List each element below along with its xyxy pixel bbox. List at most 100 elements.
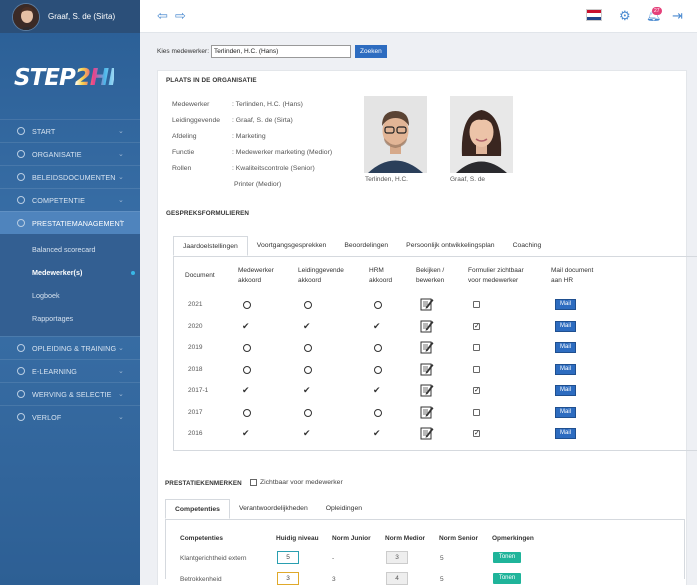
- zichtbaar-checkbox-row[interactable]: Zichtbaar voor medewerker: [250, 479, 343, 486]
- sidebar-item-medewerkers[interactable]: Medewerker(s): [0, 261, 140, 284]
- menu-opleiding[interactable]: OPLEIDING & TRAINING ⌄: [0, 336, 140, 359]
- active-dot: [131, 270, 135, 275]
- employee-photo: [364, 96, 427, 173]
- col-bekijken-bewerken: Bekijken / bewerken: [416, 267, 445, 284]
- tonen-button[interactable]: Tonen: [493, 573, 521, 584]
- zichtbaar-checkbox[interactable]: [473, 408, 480, 416]
- forward-arrow-icon[interactable]: ⇨: [175, 9, 186, 22]
- medewerker-akkoord-check-icon: ✔: [242, 385, 250, 395]
- employee-input[interactable]: Terlinden, H.C. (Hans): [211, 45, 352, 58]
- hrm-akkoord-radio[interactable]: [374, 408, 382, 417]
- leave-icon: [17, 413, 25, 421]
- hrm-akkoord-check-icon: ✔: [373, 385, 381, 395]
- menu-competentie-label: COMPETENTIE: [32, 195, 86, 205]
- mail-button[interactable]: Mail: [555, 428, 576, 439]
- huidig-niveau-input[interactable]: 3: [277, 572, 299, 585]
- sidebar-item-logboek[interactable]: Logboek: [0, 284, 140, 307]
- menu-elearning-label: E-LEARNING: [32, 366, 77, 376]
- menu-start[interactable]: START ⌄: [0, 119, 140, 142]
- tab-coaching[interactable]: Coaching: [504, 236, 551, 256]
- menu-beleidsdocumenten[interactable]: BELEIDSDOCUMENTEN ⌄: [0, 165, 140, 188]
- huidig-niveau-input[interactable]: 5: [277, 551, 299, 564]
- menu-competentie[interactable]: COMPETENTIE ⌄: [0, 188, 140, 211]
- leidinggevende-akkoord-check-icon: ✔: [303, 320, 311, 331]
- tab-beoordelingen[interactable]: Beoordelingen: [335, 236, 397, 256]
- dutch-flag-icon[interactable]: [586, 9, 602, 21]
- mail-button[interactable]: Mail: [555, 299, 576, 310]
- leidinggevende-akkoord-radio[interactable]: [304, 301, 312, 309]
- prestatie-tabs: Competenties Verantwoordelijkheden Oplei…: [165, 499, 371, 519]
- edit-form-icon[interactable]: [420, 383, 434, 397]
- gear-icon[interactable]: ⚙: [619, 9, 631, 22]
- medewerker-akkoord-radio[interactable]: [243, 365, 251, 374]
- mail-button[interactable]: Mail: [555, 320, 576, 332]
- user-header[interactable]: Graaf, S. de (Sirta): [0, 0, 140, 33]
- edit-form-icon[interactable]: [420, 362, 434, 376]
- zichtbaar-checkbox[interactable]: [473, 344, 480, 351]
- sidebar-item-rapportages[interactable]: Rapportages: [0, 307, 140, 330]
- submenu-prestatiemanagement: Balanced scorecard Medewerker(s) Logboek…: [0, 234, 140, 336]
- document-year: 2021: [188, 301, 203, 308]
- competentie-name: Klantgerichtheid extern: [180, 555, 247, 562]
- document-year: 2020: [188, 322, 203, 330]
- hrm-akkoord-radio[interactable]: [374, 344, 382, 352]
- back-arrow-icon[interactable]: ⇦: [157, 9, 168, 22]
- hrm-akkoord-check-icon: ✔: [373, 428, 381, 438]
- leidinggevende-akkoord-check-icon: ✔: [303, 428, 311, 438]
- training-icon: [17, 344, 25, 352]
- hrm-akkoord-radio[interactable]: [374, 301, 382, 309]
- menu-verlof[interactable]: VERLOF ⌄: [0, 405, 140, 428]
- col-medewerker-akkoord: Medewerker akkoord: [238, 267, 274, 284]
- zichtbaar-checkbox[interactable]: [473, 365, 480, 373]
- logout-icon[interactable]: ⇥: [672, 9, 683, 22]
- tab-voortgangsgesprekken[interactable]: Voortgangsgesprekken: [248, 236, 336, 256]
- tab-verantwoordelijkheden[interactable]: Verantwoordelijkheden: [230, 499, 317, 519]
- mail-button[interactable]: Mail: [555, 363, 576, 375]
- edit-form-icon[interactable]: [420, 297, 434, 311]
- norm-junior-value: -: [332, 555, 335, 562]
- edit-form-icon[interactable]: [420, 340, 434, 354]
- leidinggevende-akkoord-radio[interactable]: [304, 365, 312, 374]
- edit-form-icon[interactable]: [420, 319, 434, 333]
- col-norm-medior: Norm Medior: [385, 535, 426, 542]
- search-button[interactable]: Zoeken: [355, 45, 387, 58]
- search-label: Kies medewerker:: [157, 48, 210, 55]
- menu-prestatiemanagement[interactable]: PRESTATIEMANAGEMENT ⌃: [0, 211, 140, 234]
- mail-button[interactable]: Mail: [555, 342, 576, 353]
- competenties-table: Competenties Huidig niveau Norm Junior N…: [165, 519, 685, 585]
- mail-button[interactable]: Mail: [555, 406, 576, 418]
- zichtbaar-checkbox[interactable]: [250, 479, 257, 486]
- tab-persoonlijk-ontwikkelingsplan[interactable]: Persoonlijk ontwikkelingsplan: [397, 236, 503, 256]
- info-value: : Marketing: [232, 133, 266, 140]
- hrm-akkoord-radio[interactable]: [374, 365, 382, 374]
- menu-werving[interactable]: WERVING & SELECTIE ⌄: [0, 382, 140, 405]
- competentie-name: Betrokkenheid: [180, 576, 222, 583]
- tab-jaardoelstellingen[interactable]: Jaardoelstellingen: [173, 236, 248, 256]
- leidinggevende-akkoord-radio[interactable]: [304, 408, 312, 417]
- leidinggevende-akkoord-radio[interactable]: [304, 344, 312, 352]
- zichtbaar-checkbox[interactable]: ✓: [473, 322, 480, 330]
- employee-search: Kies medewerker: Terlinden, H.C. (Hans) …: [157, 45, 387, 58]
- edit-form-icon[interactable]: [420, 405, 434, 419]
- avatar[interactable]: [12, 2, 40, 31]
- col-huidig-niveau: Huidig niveau: [276, 535, 319, 542]
- medewerker-akkoord-radio[interactable]: [243, 344, 251, 352]
- menu-werving-label: WERVING & SELECTIE: [32, 389, 112, 399]
- sidebar-item-balanced-scorecard[interactable]: Balanced scorecard: [0, 238, 140, 261]
- zichtbaar-checkbox[interactable]: ✓: [473, 387, 480, 394]
- sidebar-item-label: Logboek: [32, 291, 60, 300]
- medewerker-akkoord-radio[interactable]: [243, 408, 251, 417]
- tab-opleidingen[interactable]: Opleidingen: [317, 499, 371, 519]
- menu-organisatie[interactable]: ORGANISATIE ⌄: [0, 142, 140, 165]
- mail-button[interactable]: Mail: [555, 385, 576, 396]
- chevron-down-icon: ⌄: [118, 414, 124, 421]
- zichtbaar-checkbox[interactable]: ✓: [473, 430, 480, 437]
- tab-competenties[interactable]: Competenties: [165, 499, 230, 519]
- edit-form-icon[interactable]: [420, 426, 434, 440]
- chevron-down-icon: ⌄: [118, 345, 124, 352]
- menu-elearning[interactable]: E-LEARNING ⌄: [0, 359, 140, 382]
- medewerker-akkoord-radio[interactable]: [243, 301, 251, 309]
- zichtbaar-checkbox[interactable]: [473, 301, 480, 308]
- tonen-button[interactable]: Tonen: [493, 552, 521, 563]
- prestatie-section-title: PRESTATIEKENMERKEN: [165, 480, 242, 487]
